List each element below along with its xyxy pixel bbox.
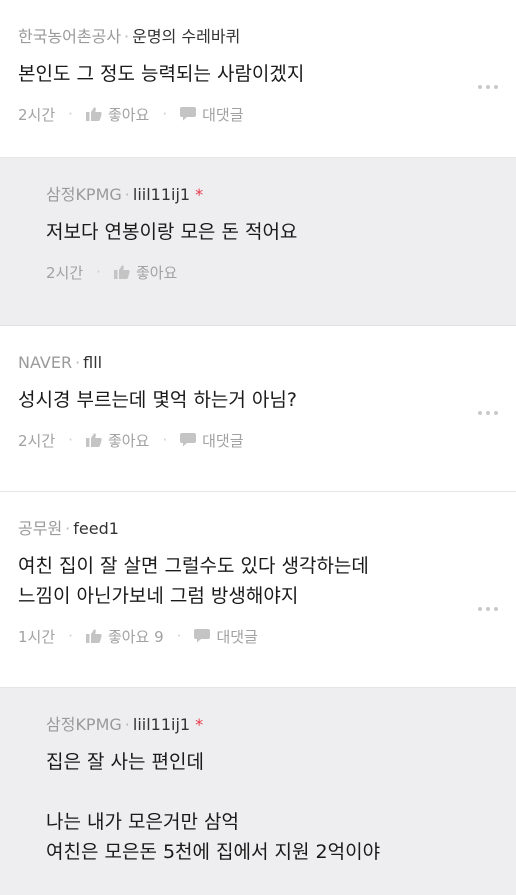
nickname[interactable]: flll — [83, 353, 102, 372]
comment-line: 집은 잘 사는 편인데 — [46, 751, 204, 773]
comment-meta: NAVER · flll — [18, 353, 498, 373]
meta-separator: · — [65, 519, 71, 538]
comment-meta: 삼정KPMG · liil11ij1 * — [46, 715, 498, 735]
comment-line: 느낌이 아닌가보네 그럼 방생해야지 — [18, 585, 299, 607]
speech-bubble-icon — [180, 433, 197, 447]
reply-button[interactable]: 대댓글 — [194, 626, 258, 647]
comment-actions: 2시간 · 좋아요 · 대댓글 — [18, 429, 244, 451]
comment-line: 저보다 연봉이랑 모은 돈 적어요 — [46, 221, 298, 243]
timestamp: 2시간 — [46, 263, 84, 282]
reply-label: 대댓글 — [202, 105, 244, 124]
comment-meta: 삼정KPMG · liil11ij1 * — [46, 185, 498, 205]
more-dots-icon[interactable] — [474, 411, 498, 415]
action-separator: · — [176, 627, 182, 645]
nickname[interactable]: feed1 — [73, 519, 119, 538]
like-button[interactable]: 좋아요 — [85, 430, 150, 451]
action-separator: · — [68, 105, 73, 123]
author-mark: * — [195, 715, 204, 734]
company-name: 삼정KPMG — [46, 185, 122, 204]
speech-bubble-icon — [180, 107, 197, 121]
reply-label: 대댓글 — [216, 627, 258, 646]
timestamp: 2시간 — [18, 105, 56, 124]
company-name: 공무원 — [18, 519, 63, 538]
like-button[interactable]: 좋아요 — [113, 262, 178, 283]
action-separator: · — [68, 431, 73, 449]
comment-line: 여친은 모은돈 5천에 집에서 지원 2억이야 — [46, 841, 381, 863]
comment-meta: 한국농어촌공사 · 운명의 수레바퀴 — [18, 27, 498, 47]
company-name: 한국농어촌공사 — [18, 27, 122, 46]
thumbs-up-icon — [85, 107, 102, 121]
like-label: 좋아요 — [107, 105, 150, 124]
nickname[interactable]: 운명의 수레바퀴 — [132, 27, 240, 46]
thumbs-up-icon — [85, 433, 102, 447]
action-separator: · — [96, 263, 101, 281]
meta-separator: · — [75, 353, 81, 372]
comment-actions: 1시간 · 좋아요 9 · 대댓글 — [18, 625, 258, 647]
comment-line: 성시경 부르는데 몇억 하는거 아님? — [18, 389, 297, 411]
comment-text: 성시경 부르는데 몇억 하는거 아님? — [18, 385, 498, 415]
meta-separator: · — [124, 715, 130, 734]
comment-line: 나는 내가 모은거만 삼억 — [46, 811, 239, 833]
like-button[interactable]: 좋아요 — [85, 104, 150, 125]
comment-text: 본인도 그 정도 능력되는 사람이겠지 — [18, 59, 498, 89]
comment-item: 공무원 · feed1 여친 집이 잘 살면 그럴수도 있다 생각하는데 느낌이 아… — [0, 492, 516, 688]
comment-line: 본인도 그 정도 능력되는 사람이겠지 — [18, 63, 305, 85]
comment-line: 여친 집이 잘 살면 그럴수도 있다 생각하는데 — [18, 555, 369, 577]
comment-item: 한국농어촌공사 · 운명의 수레바퀴 본인도 그 정도 능력되는 사람이겠지 2시간… — [0, 0, 516, 158]
like-label: 좋아요 9 — [107, 627, 164, 646]
action-separator: · — [162, 105, 168, 123]
company-name: 삼정KPMG — [46, 715, 122, 734]
action-separator: · — [68, 627, 73, 645]
like-label: 좋아요 — [107, 431, 150, 450]
reply-button[interactable]: 대댓글 — [180, 104, 244, 125]
comment-actions: 2시간 · 좋아요 — [46, 261, 498, 283]
author-mark: * — [195, 185, 204, 204]
more-dots-icon[interactable] — [474, 607, 498, 611]
thumbs-up-icon — [85, 629, 102, 643]
comment-text: 집은 잘 사는 편인데 나는 내가 모은거만 삼억 여친은 모은돈 5천에 집에… — [46, 747, 498, 867]
comment-text: 저보다 연봉이랑 모은 돈 적어요 — [46, 217, 498, 247]
reply-label: 대댓글 — [202, 431, 244, 450]
like-button[interactable]: 좋아요 9 — [85, 626, 164, 647]
comment-actions: 2시간 · 좋아요 · 대댓글 — [18, 103, 244, 125]
nickname[interactable]: liil11ij1 — [133, 185, 190, 204]
like-label: 좋아요 — [135, 263, 178, 282]
meta-separator: · — [124, 27, 130, 46]
nickname[interactable]: liil11ij1 — [133, 715, 190, 734]
comment-meta: 공무원 · feed1 — [18, 519, 498, 539]
meta-separator: · — [124, 185, 130, 204]
reply-item: 삼정KPMG · liil11ij1 * 집은 잘 사는 편인데 나는 내가 모은거만… — [0, 688, 516, 895]
timestamp: 1시간 — [18, 627, 56, 646]
timestamp: 2시간 — [18, 431, 56, 450]
thumbs-up-icon — [113, 265, 130, 279]
reply-item: 삼정KPMG · liil11ij1 * 저보다 연봉이랑 모은 돈 적어요 2시간 … — [0, 158, 516, 326]
speech-bubble-icon — [194, 629, 211, 643]
reply-button[interactable]: 대댓글 — [180, 430, 244, 451]
more-dots-icon[interactable] — [474, 85, 498, 89]
comment-item: NAVER · flll 성시경 부르는데 몇억 하는거 아님? 2시간 · 좋아요… — [0, 326, 516, 492]
action-separator: · — [162, 431, 168, 449]
comment-text: 여친 집이 잘 살면 그럴수도 있다 생각하는데 느낌이 아닌가보네 그럼 방생… — [18, 551, 498, 611]
company-name: NAVER — [18, 353, 73, 372]
